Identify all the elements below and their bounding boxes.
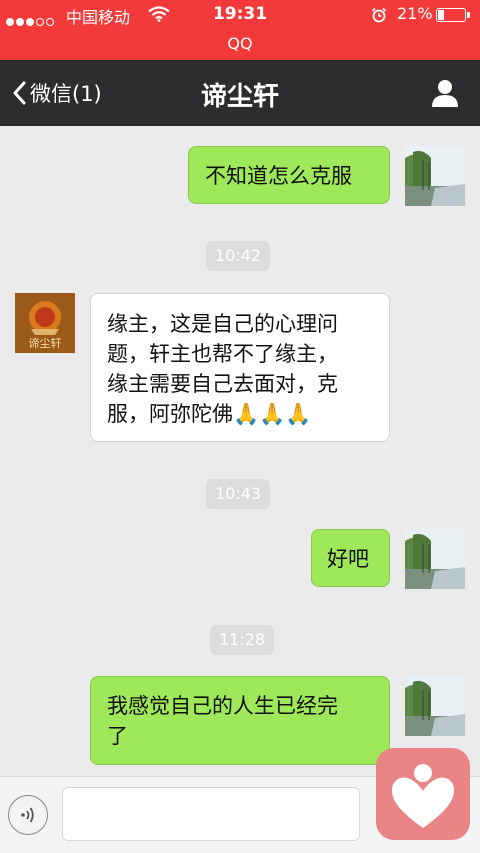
tree-landscape-avatar-image (405, 529, 465, 589)
message-text-line: 服，阿弥陀佛🙏🙏🙏 (107, 402, 312, 426)
tree-landscape-avatar-image (405, 676, 465, 736)
alarm-clock-icon (371, 7, 387, 27)
chat-area[interactable]: 不知道怎么克服 10:42 谛尘轩 缘主，这是自己的心理问 题，轩主也帮不了缘主… (0, 126, 480, 776)
floating-action-button[interactable] (376, 748, 470, 840)
message-text-line: 了 (107, 724, 128, 748)
status-row: 中国移动 19:31 21% (0, 0, 480, 32)
my-avatar[interactable] (405, 529, 465, 589)
message-text-line: 题，轩主也帮不了缘主， (107, 342, 338, 366)
message-text-line: 缘主需要自己去面对，克 (107, 372, 338, 396)
timestamp: 11:28 (210, 625, 275, 655)
logo-text: 谛尘轩 (29, 336, 62, 350)
message-bubble[interactable]: 缘主，这是自己的心理问 题，轩主也帮不了缘主， 缘主需要自己去面对，克 服，阿弥… (90, 293, 390, 442)
heart-person-icon (392, 764, 454, 828)
navigation-bar: 微信(1) 谛尘轩 (0, 60, 480, 126)
message-text: 不知道怎么克服 (205, 164, 352, 188)
their-avatar[interactable]: 谛尘轩 (15, 293, 75, 353)
dichenxuan-logo-image: 谛尘轩 (15, 293, 75, 353)
message-text-line: 我感觉自己的人生已经完 (107, 694, 338, 718)
timestamp: 10:42 (206, 241, 271, 271)
person-icon (432, 80, 458, 107)
tree-landscape-avatar-image (405, 146, 465, 206)
message-text: 好吧 (327, 547, 369, 571)
battery-percentage: 21% (397, 4, 433, 23)
my-avatar[interactable] (405, 676, 465, 736)
app-label: QQ (227, 34, 253, 53)
voice-button[interactable] (8, 795, 48, 835)
status-bar: 中国移动 19:31 21% QQ (0, 0, 480, 60)
message-bubble[interactable]: 我感觉自己的人生已经完 了 (90, 676, 390, 765)
timestamp: 10:43 (206, 479, 271, 509)
chat-title: 谛尘轩 (200, 82, 279, 112)
message-input[interactable] (62, 787, 360, 841)
message-bubble[interactable]: 不知道怎么克服 (188, 146, 390, 204)
battery-icon (436, 8, 470, 22)
voice-icon (21, 807, 34, 823)
my-avatar[interactable] (405, 146, 465, 206)
message-bubble[interactable]: 好吧 (311, 529, 390, 587)
message-text-line: 缘主，这是自己的心理问 (107, 312, 338, 336)
profile-button[interactable] (430, 78, 460, 112)
